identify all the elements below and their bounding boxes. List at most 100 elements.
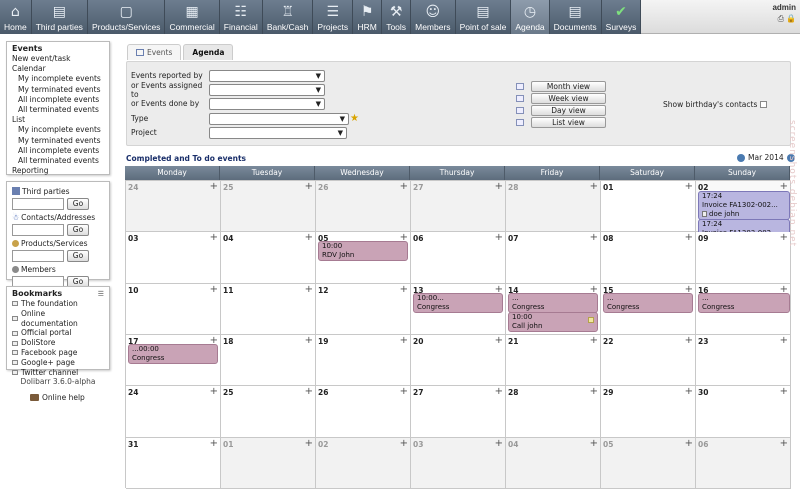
search-products-input[interactable] [12, 249, 64, 262]
calendar-event[interactable]: ... Congress [698, 292, 790, 313]
calendar-day-cell[interactable]: 07 + [506, 232, 601, 284]
calendar-day-cell[interactable]: 04 + [506, 437, 601, 489]
add-event-icon[interactable]: + [400, 181, 408, 192]
calendar-day-cell[interactable]: 30 + [696, 386, 791, 438]
day-number[interactable]: 25 [223, 388, 233, 397]
month-view-icon[interactable] [516, 83, 524, 90]
user-name[interactable]: admin [772, 3, 796, 12]
events-menu-link[interactable]: My terminated events [12, 85, 104, 95]
edit-bookmarks-icon[interactable]: ☰ [98, 290, 104, 298]
day-number[interactable]: 12 [318, 286, 328, 295]
day-number[interactable]: 27 [413, 183, 423, 192]
calendar-event[interactable]: 17:24 Invoice FA1302-002... doe john [698, 191, 790, 220]
menu-products-services[interactable]: ▢ Products/Services [88, 0, 166, 34]
show-birthday-checkbox[interactable] [760, 101, 768, 108]
bookmark-item[interactable]: Google+ page [12, 358, 104, 368]
calendar-day-cell[interactable]: 25 + [221, 181, 316, 233]
day-view-icon[interactable] [516, 107, 524, 114]
menu-members[interactable]: ☺ Members [411, 0, 456, 34]
day-number[interactable]: 01 [603, 183, 613, 192]
filter-done-by-select[interactable]: ▼ [209, 97, 325, 110]
day-number[interactable]: 28 [508, 183, 518, 192]
menu-commercial[interactable]: ▦ Commercial [165, 0, 220, 34]
day-number[interactable]: 03 [413, 440, 423, 449]
day-number[interactable]: 19 [318, 337, 328, 346]
bookmark-item[interactable]: The foundation [12, 299, 104, 309]
calendar-day-cell[interactable]: 01 + [221, 437, 316, 489]
calendar-day-cell[interactable]: 20 + [411, 334, 506, 387]
bookmark-item[interactable]: Online documentation [12, 309, 104, 329]
add-event-icon[interactable]: + [590, 386, 598, 397]
events-menu-link[interactable]: All terminated events [12, 105, 104, 115]
menu-hrm[interactable]: ⚑ HRM [353, 0, 383, 34]
add-event-icon[interactable]: + [495, 181, 503, 192]
add-event-icon[interactable]: + [305, 386, 313, 397]
tab-events[interactable]: Events [127, 44, 182, 60]
day-number[interactable]: 11 [223, 286, 233, 295]
add-event-icon[interactable]: + [780, 386, 788, 397]
calendar-day-cell[interactable]: 02 + [316, 437, 411, 489]
calendar-day-cell[interactable]: 10 + [126, 283, 221, 335]
add-event-icon[interactable]: + [495, 232, 503, 243]
search-third-parties-input[interactable] [12, 197, 64, 210]
list-view-button[interactable]: List view [531, 117, 606, 128]
bookmarks-title[interactable]: Bookmarks [12, 289, 62, 298]
menu-surveys[interactable]: ✔ Surveys [602, 0, 642, 34]
day-number[interactable]: 04 [223, 234, 233, 243]
search-products-go-button[interactable]: Go [67, 249, 89, 262]
day-number[interactable]: 26 [318, 388, 328, 397]
menu-financial[interactable]: ☷ Financial [220, 0, 263, 34]
calendar-day-cell[interactable]: 06 + [696, 437, 791, 489]
calendar-day-cell[interactable]: 26 + [316, 181, 411, 233]
add-event-icon[interactable]: + [400, 438, 408, 449]
add-event-icon[interactable]: + [400, 284, 408, 295]
add-event-icon[interactable]: + [590, 335, 598, 346]
calendar-day-cell[interactable]: 09 + [696, 232, 791, 284]
add-event-icon[interactable]: + [685, 232, 693, 243]
calendar-day-cell[interactable]: 27 + [411, 386, 506, 438]
add-event-icon[interactable]: + [590, 438, 598, 449]
calendar-event[interactable]: 10:00 Call john [508, 311, 598, 332]
calendar-day-cell[interactable]: 17 + ...00:00 Congress [126, 334, 221, 387]
calendar-day-cell[interactable]: 11 + [221, 283, 316, 335]
menu-bank-cash[interactable]: ♖ Bank/Cash [263, 0, 314, 34]
add-event-icon[interactable]: + [210, 438, 218, 449]
menu-tools[interactable]: ⚒ Tools [382, 0, 412, 34]
events-menu-title[interactable]: Events [12, 44, 104, 53]
filter-type-select[interactable]: ▼ [209, 112, 349, 125]
calendar-day-cell[interactable]: 13 +10:00... Congress [411, 283, 506, 335]
filter-assigned-to-select[interactable]: ▼ [209, 83, 325, 96]
calendar-day-cell[interactable]: 16 +... Congress [696, 283, 791, 335]
calendar-day-cell[interactable]: 22 + [601, 334, 696, 387]
calendar-day-cell[interactable]: 03 + [411, 437, 506, 489]
day-number[interactable]: 26 [318, 183, 328, 192]
week-view-icon[interactable] [516, 95, 524, 102]
events-menu-link[interactable]: New event/task [12, 54, 104, 64]
events-menu-link[interactable]: Calendar [12, 64, 104, 74]
menu-projects[interactable]: ☰ Projects [313, 0, 354, 34]
events-menu-link[interactable]: All incomplete events [12, 95, 104, 105]
day-number[interactable]: 06 [413, 234, 423, 243]
add-event-icon[interactable]: + [305, 335, 313, 346]
calendar-day-cell[interactable]: 12 + [316, 283, 411, 335]
online-help-link[interactable]: Online help [30, 393, 85, 402]
bookmark-item[interactable]: Facebook page [12, 348, 104, 358]
search-third-parties-go-button[interactable]: Go [67, 197, 89, 210]
add-event-icon[interactable]: + [495, 335, 503, 346]
add-event-icon[interactable]: + [685, 181, 693, 192]
add-event-icon[interactable]: + [685, 438, 693, 449]
add-event-icon[interactable]: + [590, 181, 598, 192]
day-number[interactable]: 22 [603, 337, 613, 346]
calendar-day-cell[interactable]: 19 + [316, 334, 411, 387]
calendar-day-cell[interactable]: 24 + [126, 386, 221, 438]
day-number[interactable]: 10 [128, 286, 138, 295]
day-number[interactable]: 04 [508, 440, 518, 449]
add-event-icon[interactable]: + [210, 232, 218, 243]
filter-project-select[interactable]: ▼ [209, 126, 347, 139]
day-number[interactable]: 25 [223, 183, 233, 192]
calendar-day-cell[interactable]: 04 + [221, 232, 316, 284]
month-view-button[interactable]: Month view [531, 81, 606, 92]
day-number[interactable]: 30 [698, 388, 708, 397]
search-contacts-input[interactable] [12, 223, 64, 236]
events-menu-link[interactable]: All incomplete events [12, 146, 104, 156]
